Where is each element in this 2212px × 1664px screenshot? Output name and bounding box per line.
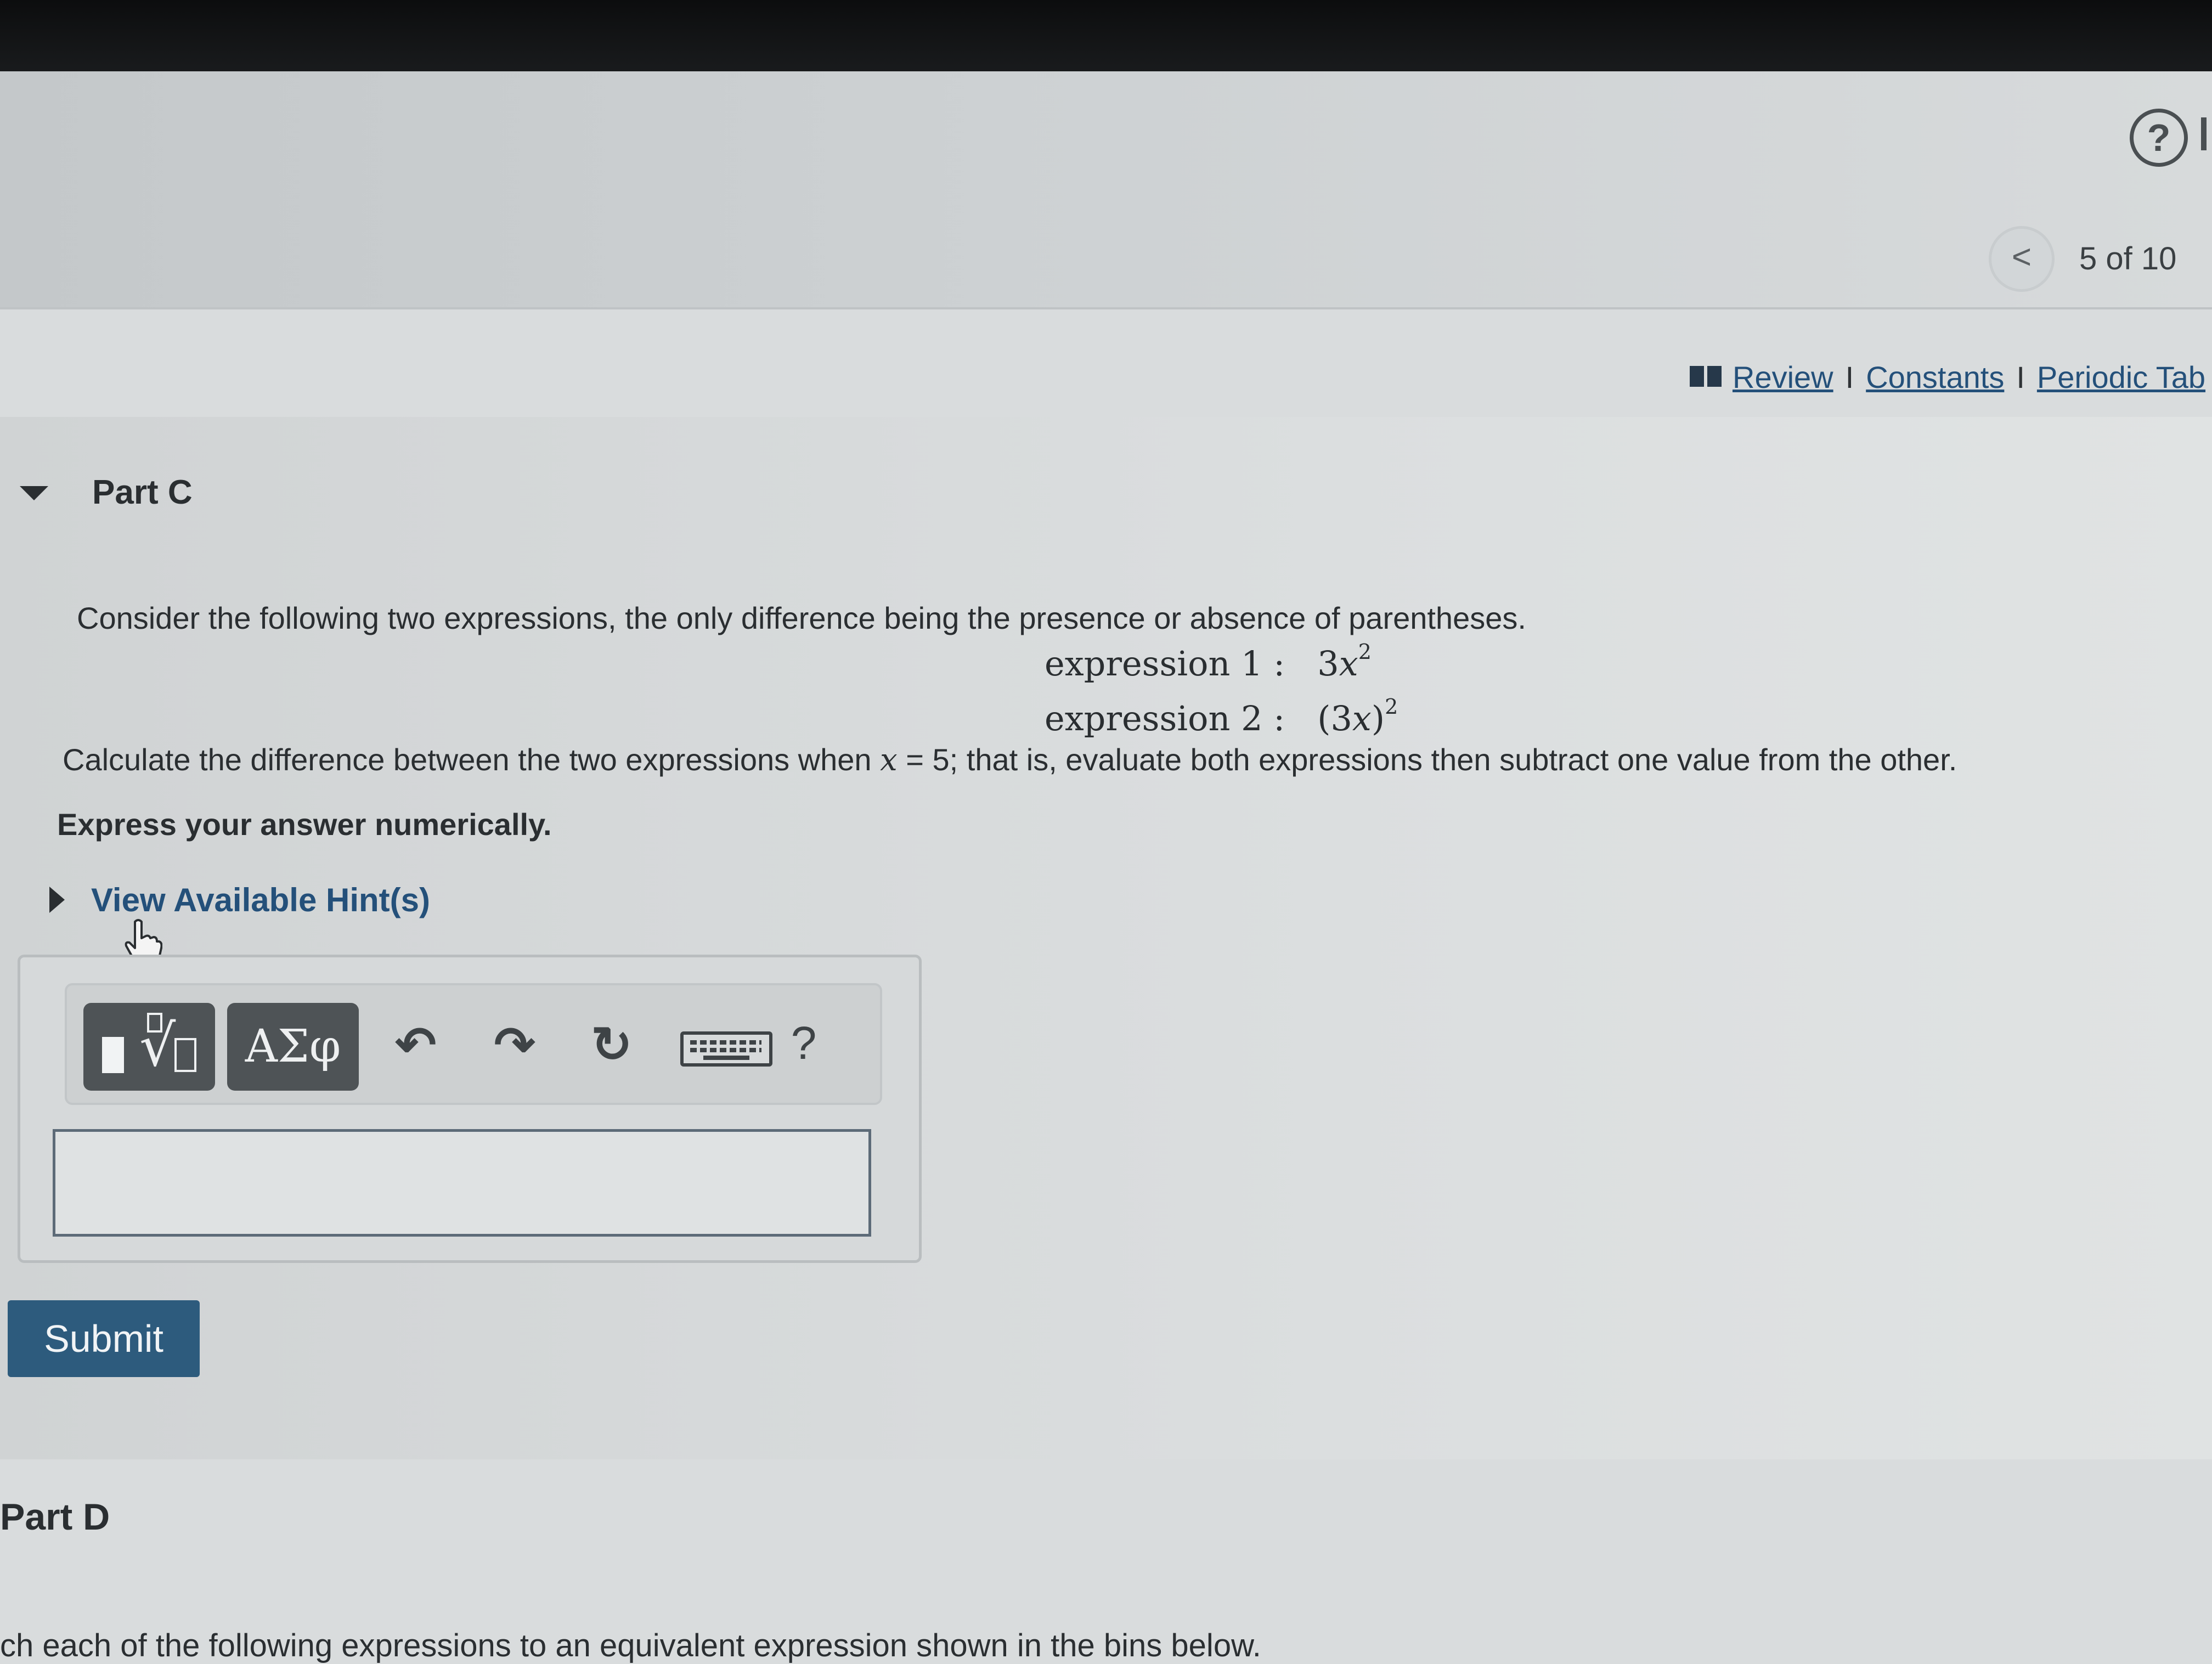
instruction-after: = 5; that is, evaluate both expressions … <box>897 742 1957 777</box>
submit-button[interactable]: Submit <box>8 1300 200 1377</box>
previous-item-button[interactable]: < <box>1989 226 2055 292</box>
instruction-before: Calculate the difference between the two… <box>63 742 881 777</box>
link-separator: I <box>1845 360 1854 394</box>
expression-2-exponent: 2 <box>1385 695 1398 719</box>
review-link[interactable]: Review <box>1733 360 1833 394</box>
expression-1-exponent: 2 <box>1358 640 1372 664</box>
keyboard-keys-row <box>690 1048 761 1052</box>
part-d-intro: ch each of the following expressions to … <box>0 1628 1261 1663</box>
view-hints-link[interactable]: View Available Hint(s) <box>91 881 430 919</box>
keyboard-icon[interactable] <box>680 1031 772 1067</box>
part-d-title[interactable]: Part D <box>0 1496 110 1538</box>
templates-button[interactable]: √ <box>83 1003 215 1091</box>
expression-1-label: expression 1 : <box>1045 644 1285 684</box>
question-intro: Consider the following two expressions, … <box>77 601 1526 635</box>
undo-icon[interactable]: ↶ <box>388 1015 443 1075</box>
expression-1-coefficient: 3 <box>1317 644 1339 684</box>
radicand-box-icon <box>174 1038 196 1072</box>
answer-input[interactable] <box>53 1129 871 1237</box>
sqrt-icon: √ <box>139 1012 176 1079</box>
periodic-table-link[interactable]: Periodic Tab <box>2037 360 2205 394</box>
book-icon <box>1690 366 1722 387</box>
expression-2-label: expression 2 : <box>1045 698 1285 738</box>
greek-symbols-button[interactable]: ΑΣφ <box>227 1003 359 1091</box>
help-icon[interactable]: ? <box>2130 109 2188 167</box>
header-edge-marker <box>2201 117 2207 150</box>
item-counter: 5 of 10 <box>2079 241 2177 277</box>
toolbar-help-icon[interactable]: ? <box>779 1013 828 1073</box>
expression-1: expression 1 : 3x2 <box>1045 640 1372 684</box>
assignment-header <box>0 71 2212 309</box>
constants-link[interactable]: Constants <box>1866 360 2004 394</box>
reset-icon[interactable]: ↻ <box>582 1015 642 1075</box>
instruction-variable: x <box>880 742 898 778</box>
resource-links: Review I Constants I Periodic Tab <box>1690 359 2205 395</box>
filled-box-icon <box>102 1037 124 1073</box>
help-icon-glyph: ? <box>2147 116 2171 159</box>
expression-2-open: (3 <box>1317 698 1352 738</box>
part-c-title[interactable]: Part C <box>92 473 193 512</box>
answer-format-instruction: Express your answer numerically. <box>57 807 552 842</box>
collapse-part-c-icon[interactable] <box>20 486 48 500</box>
question-instruction: Calculate the difference between the two… <box>63 742 1957 778</box>
expression-1-variable: x <box>1339 644 1358 684</box>
question-area <box>0 417 2212 1459</box>
expand-hints-icon[interactable] <box>49 887 65 913</box>
expression-2-close: ) <box>1371 698 1385 738</box>
keyboard-keys-row <box>690 1040 761 1045</box>
expression-2: expression 2 : (3x)2 <box>1045 695 1398 738</box>
expression-2-variable: x <box>1352 698 1372 738</box>
link-separator: I <box>2016 360 2025 394</box>
keyboard-spacebar <box>703 1056 749 1060</box>
screen-bezel <box>0 0 2212 82</box>
redo-icon[interactable]: ↷ <box>487 1015 542 1075</box>
chevron-left-icon: < <box>2011 238 2032 276</box>
